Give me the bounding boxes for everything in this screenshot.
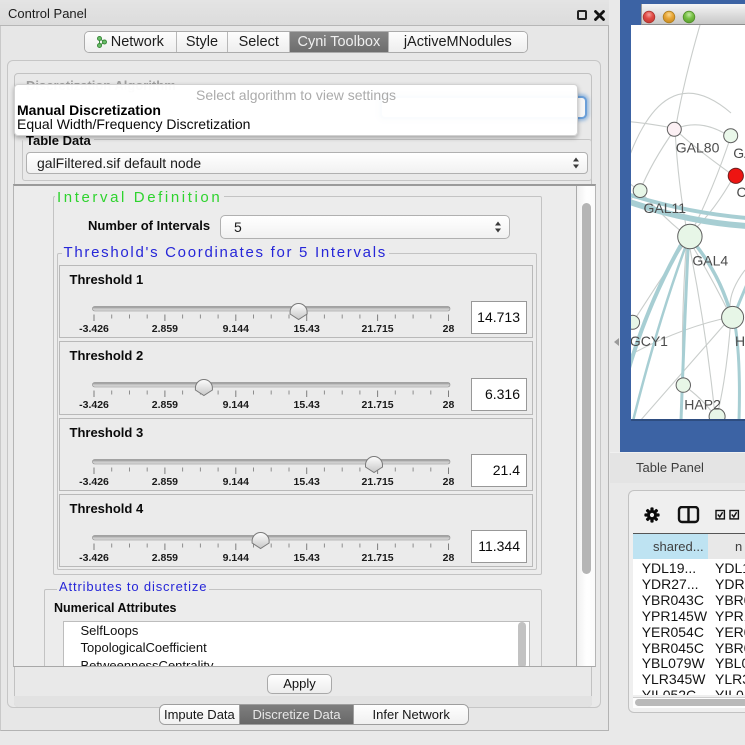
svg-text:GCY1: GCY1 (631, 333, 668, 349)
svg-text:HA: HA (735, 333, 745, 349)
svg-text:9.144: 9.144 (222, 552, 248, 564)
svg-text:28: 28 (442, 552, 454, 564)
svg-text:C: C (737, 184, 745, 200)
svg-text:28: 28 (442, 476, 454, 488)
svg-text:15.43: 15.43 (293, 323, 319, 335)
svg-text:GAL4: GAL4 (692, 253, 728, 269)
svg-text:2.859: 2.859 (151, 323, 177, 335)
svg-text:9.144: 9.144 (222, 476, 248, 488)
svg-text:28: 28 (442, 323, 454, 335)
svg-text:15.43: 15.43 (293, 476, 319, 488)
svg-text:21.715: 21.715 (361, 323, 393, 335)
svg-text:21.715: 21.715 (361, 552, 393, 564)
svg-text:2.859: 2.859 (151, 476, 177, 488)
svg-text:2.859: 2.859 (151, 399, 177, 411)
svg-text:21.715: 21.715 (361, 399, 393, 411)
svg-text:28: 28 (442, 399, 454, 411)
svg-text:-3.426: -3.426 (79, 399, 109, 411)
svg-text:2.859: 2.859 (151, 552, 177, 564)
svg-text:21.715: 21.715 (361, 476, 393, 488)
svg-text:9.144: 9.144 (222, 399, 248, 411)
svg-text:-3.426: -3.426 (79, 476, 109, 488)
svg-text:GAL11: GAL11 (644, 200, 687, 216)
svg-text:GAL80: GAL80 (676, 140, 720, 156)
svg-text:-3.426: -3.426 (79, 323, 109, 335)
svg-text:9.144: 9.144 (222, 323, 248, 335)
svg-text:15.43: 15.43 (293, 552, 319, 564)
svg-text:-3.426: -3.426 (79, 552, 109, 564)
svg-text:HAP2: HAP2 (684, 397, 721, 413)
svg-text:15.43: 15.43 (293, 399, 319, 411)
svg-text:GA: GA (733, 145, 745, 161)
